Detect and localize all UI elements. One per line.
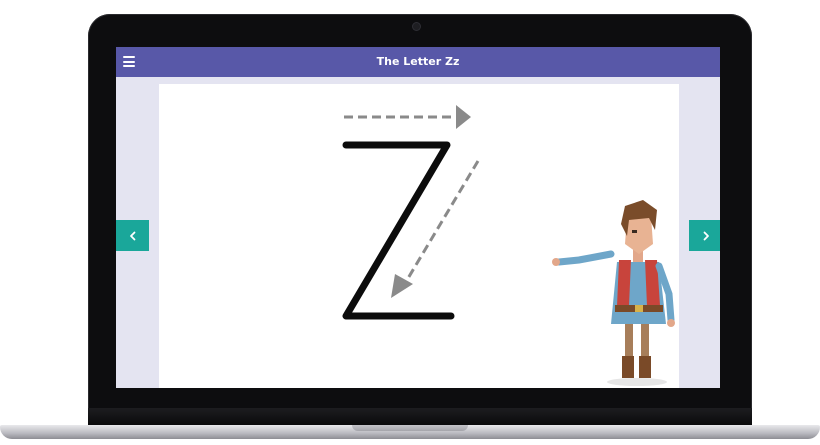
laptop-opening-notch — [352, 425, 468, 431]
webcam-icon — [413, 23, 420, 30]
lesson-slide — [159, 84, 679, 388]
app-header: The Letter Zz — [116, 47, 720, 77]
laptop-hinge — [88, 408, 752, 426]
stroke-guide-diagonal-arrow — [405, 160, 480, 281]
stroke-guide-diagonal-arrowhead — [391, 274, 413, 298]
laptop-screen: The Letter Zz — [116, 47, 720, 388]
menu-bar — [123, 65, 135, 67]
next-slide-button[interactable] — [689, 220, 720, 251]
menu-bar — [123, 60, 135, 63]
page-title: The Letter Zz — [376, 55, 460, 68]
chevron-right-icon — [703, 231, 709, 240]
stroke-guide-right-arrowhead — [456, 105, 471, 129]
letter-z-tracing-illustration — [342, 105, 675, 386]
previous-slide-button[interactable] — [116, 220, 149, 251]
menu-bar — [123, 56, 135, 58]
chevron-left-icon — [129, 231, 135, 240]
hamburger-menu-icon[interactable] — [123, 56, 135, 67]
character-guide-figure — [552, 200, 675, 386]
